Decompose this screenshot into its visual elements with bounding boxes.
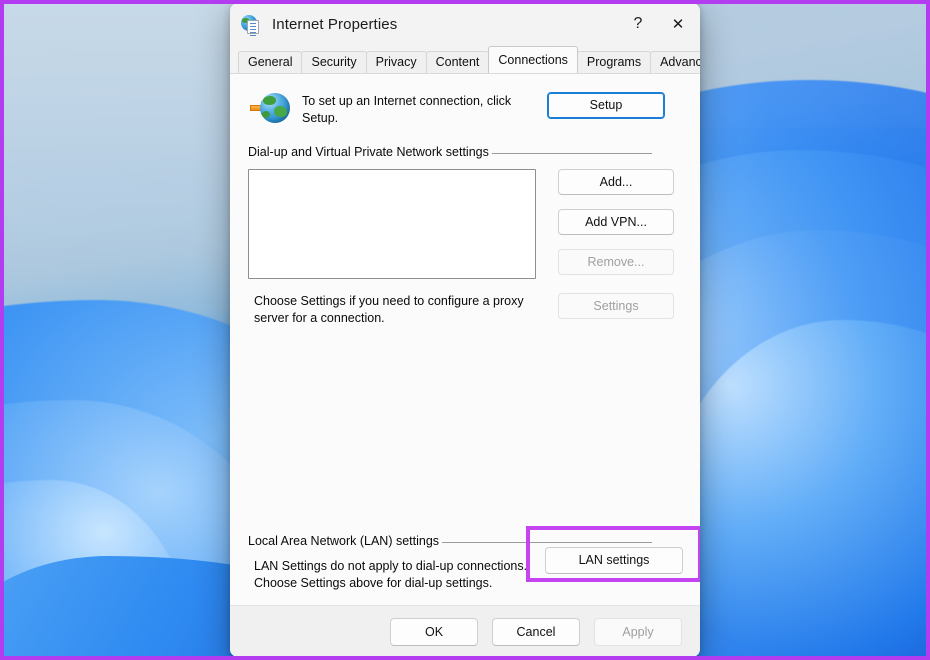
group-separator bbox=[442, 541, 652, 543]
setup-button[interactable]: Setup bbox=[547, 92, 665, 119]
add-button[interactable]: Add... bbox=[558, 169, 674, 195]
tab-bar: General Security Privacy Content Connect… bbox=[230, 45, 700, 73]
tab-advanced[interactable]: Advanced bbox=[650, 51, 700, 73]
apply-button: Apply bbox=[594, 617, 682, 646]
dialup-group-header: Dial-up and Virtual Private Network sett… bbox=[248, 145, 682, 159]
add-vpn-button[interactable]: Add VPN... bbox=[558, 209, 674, 235]
tab-content[interactable]: Content bbox=[425, 51, 490, 73]
ok-button[interactable]: OK bbox=[390, 617, 478, 646]
lan-group-header: Local Area Network (LAN) settings bbox=[248, 534, 682, 548]
internet-properties-dialog: Internet Properties ? ✕ General Security… bbox=[230, 3, 700, 657]
globe-icon bbox=[260, 93, 290, 123]
desktop-screen: Internet Properties ? ✕ General Security… bbox=[0, 0, 930, 660]
document-icon bbox=[247, 20, 259, 36]
settings-button: Settings bbox=[558, 293, 674, 319]
remove-button: Remove... bbox=[558, 249, 674, 275]
close-icon[interactable]: ✕ bbox=[656, 3, 700, 45]
dialup-connections-list[interactable] bbox=[248, 169, 536, 279]
internet-properties-icon bbox=[241, 14, 261, 36]
lan-group-label: Local Area Network (LAN) settings bbox=[248, 534, 440, 548]
help-button[interactable]: ? bbox=[620, 3, 656, 45]
setup-section: To set up an Internet connection, click … bbox=[248, 92, 682, 127]
connections-panel: To set up an Internet connection, click … bbox=[230, 73, 700, 605]
dialup-buttons-group: Add... Add VPN... Remove... bbox=[558, 169, 674, 279]
dialog-titlebar[interactable]: Internet Properties ? ✕ bbox=[230, 3, 700, 45]
tab-general[interactable]: General bbox=[238, 51, 303, 73]
lan-settings-button[interactable]: LAN settings bbox=[545, 547, 683, 574]
cancel-button[interactable]: Cancel bbox=[492, 617, 580, 646]
globe-arrow-icon bbox=[250, 93, 290, 127]
proxy-hint-row: Choose Settings if you need to configure… bbox=[248, 293, 682, 327]
tab-security[interactable]: Security bbox=[301, 51, 367, 73]
tab-programs[interactable]: Programs bbox=[576, 51, 652, 73]
dialup-group-label: Dial-up and Virtual Private Network sett… bbox=[248, 145, 489, 159]
group-separator bbox=[491, 152, 652, 154]
dialup-settings-area: Add... Add VPN... Remove... bbox=[248, 169, 682, 279]
tab-privacy[interactable]: Privacy bbox=[365, 51, 427, 73]
dialog-title: Internet Properties bbox=[272, 15, 398, 33]
tab-connections[interactable]: Connections bbox=[488, 46, 578, 73]
lan-description: LAN Settings do not apply to dial-up con… bbox=[254, 559, 528, 590]
setup-description: To set up an Internet connection, click … bbox=[302, 94, 512, 125]
dialog-footer: OK Cancel Apply bbox=[230, 605, 700, 657]
lan-settings-section: Local Area Network (LAN) settings LAN Se… bbox=[248, 526, 700, 592]
proxy-hint-text: Choose Settings if you need to configure… bbox=[254, 294, 524, 325]
